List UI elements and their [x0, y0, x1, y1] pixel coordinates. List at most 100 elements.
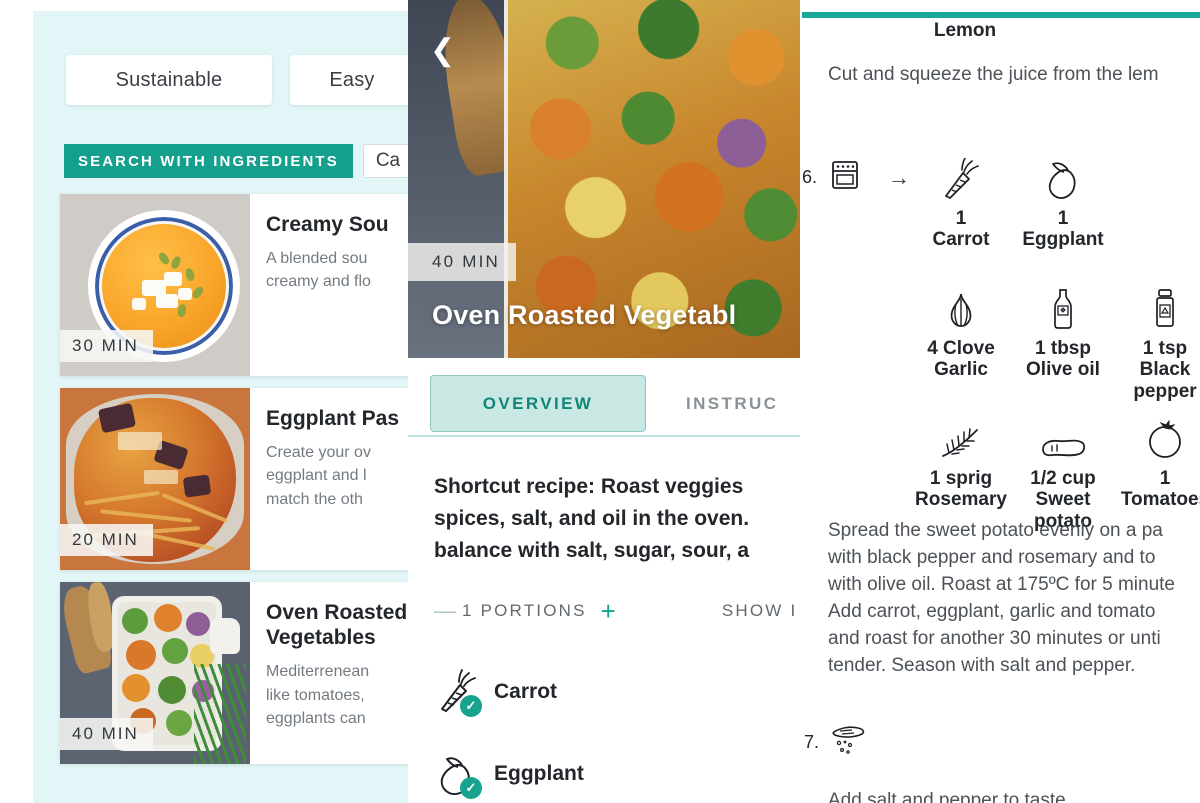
ingredient-name: Garlic: [934, 359, 988, 381]
ingredient-amount: 1: [1159, 468, 1171, 489]
increase-portions-button[interactable]: +: [601, 598, 616, 624]
filter-chip-easy[interactable]: Easy: [290, 55, 408, 105]
recipe-title: Oven Roasted Vegetables: [266, 601, 408, 650]
portions-count-label: 1 PORTIONS: [462, 600, 587, 620]
search-with-ingredients-button[interactable]: SEARCH WITH INGREDIENTS: [64, 144, 353, 178]
ingredient-amount: 1: [955, 208, 967, 229]
recipe-card[interactable]: 30 MIN Creamy Sou A blended sou creamy a…: [60, 194, 408, 376]
instructions-document-panel: Lemon Cut and squeeze the juice from the…: [800, 0, 1200, 803]
ingredient-checked-badge: ✓: [460, 776, 482, 799]
recipe-title: Creamy Sou: [266, 213, 389, 236]
recipe-desc-line: eggplants can: [266, 709, 366, 727]
recipe-description-line: spices, salt, and oil in the oven.: [434, 506, 750, 530]
tomato-icon: [1114, 416, 1200, 460]
recipe-description-line: balance with salt, sugar, sour, a: [434, 538, 750, 562]
decrease-portions-button[interactable]: —: [434, 598, 456, 624]
recipe-desc-line: match the oth: [266, 490, 363, 508]
tab-label: OVERVIEW: [482, 393, 594, 413]
recipe-card[interactable]: 40 MIN Oven Roasted Vegetables Mediterre…: [60, 582, 408, 764]
recipe-time-badge: 40 MIN: [60, 718, 153, 750]
step-number: 7.: [804, 732, 820, 752]
grid-ingredient: 1 Eggplant: [1012, 150, 1114, 280]
instruction-line: Spread the sweet potato evenly on a pa: [828, 520, 1163, 541]
ingredient-amount: 1 tsp: [1142, 338, 1188, 359]
recipe-thumbnail: 30 MIN: [60, 194, 250, 376]
instruction-line: and roast for another 30 minutes or unti: [828, 627, 1161, 649]
step-instruction-text: Spread the sweet potato evenly on a pa w…: [828, 518, 1200, 680]
ingredient-row[interactable]: ✓ Carrot: [434, 651, 800, 733]
recipe-thumbnail: 40 MIN: [60, 582, 250, 764]
sweet-potato-icon: [1012, 416, 1114, 460]
recipe-detail-panel: ❮ 40 MIN Oven Roasted Vegetabl OVERVIEW …: [408, 0, 800, 803]
lemon-instruction-text: Cut and squeeze the juice from the lem: [828, 64, 1159, 85]
recipe-hero: ❮ 40 MIN Oven Roasted Vegetabl: [408, 0, 800, 358]
recipe-list-background: Sustainable Easy SEARCH WITH INGREDIENTS…: [33, 11, 408, 803]
recipe-list-panel: Sustainable Easy SEARCH WITH INGREDIENTS…: [0, 0, 408, 803]
lemon-ingredient-heading: Lemon: [933, 20, 997, 41]
instruction-step-row: 7.: [802, 722, 872, 763]
recipe-description: Create your ov eggplant and l match the …: [266, 441, 399, 511]
step7-instruction-text: Add salt and pepper to taste.: [828, 790, 1071, 803]
tab-instructions[interactable]: INSTRUC: [686, 375, 778, 432]
recipe-card[interactable]: 20 MIN Eggplant Pas Create your ov eggpl…: [60, 388, 408, 570]
carrot-icon: ✓: [434, 668, 482, 717]
recipe-description-block: Shortcut recipe: Roast veggies spices, s…: [434, 471, 800, 567]
detail-tab-bar: OVERVIEW INSTRUC: [408, 375, 800, 437]
ingredient-name: Tomatoes: [1120, 489, 1200, 511]
pepper-shaker-icon: [1114, 286, 1200, 330]
ingredient-checklist: ✓ Carrot ✓ Eggplant: [434, 651, 800, 803]
recipe-desc-line: creamy and flo: [266, 273, 371, 291]
recipe-card-body: Eggplant Pas Create your ov eggplant and…: [250, 388, 399, 570]
ingredient-name: Rosemary: [915, 489, 1007, 511]
step-number: 6.: [802, 167, 818, 187]
tab-label: INSTRUC: [686, 393, 779, 413]
ingredient-name: Eggplant: [1022, 229, 1104, 251]
grid-ingredient: [1114, 150, 1200, 280]
recipe-title: Eggplant Pas: [266, 407, 400, 430]
garlic-icon: [910, 286, 1012, 330]
recipe-desc-line: eggplant and l: [266, 467, 367, 485]
filter-chip-sustainable[interactable]: Sustainable: [66, 55, 272, 105]
accent-divider-bar: [802, 12, 1200, 18]
recipe-description: Mediterrenean like tomatoes, eggplants c…: [266, 660, 408, 730]
salt-sprinkle-icon: [830, 722, 872, 763]
ingredient-amount: 1 tbsp: [1035, 338, 1091, 359]
ingredient-name: Olive oil: [1026, 359, 1100, 381]
recipe-desc-line: A blended sou: [266, 250, 368, 268]
grid-ingredient: 1 Carrot: [910, 150, 1012, 280]
instruction-step-row: 6. →: [800, 158, 910, 197]
recipe-desc-line: like tomatoes,: [266, 686, 365, 704]
eggplant-icon: ✓: [434, 751, 482, 799]
instruction-line: tender. Season with salt and pepper.: [828, 654, 1136, 676]
show-ingredients-toggle[interactable]: SHOW I: [722, 601, 798, 621]
recipe-desc-line: Mediterrenean: [266, 663, 370, 681]
oil-bottle-icon: [1012, 286, 1114, 330]
recipe-desc-line: Create your ov: [266, 444, 371, 462]
search-button-label: SEARCH WITH INGREDIENTS: [78, 152, 339, 170]
instruction-line: with olive oil. Roast at 175ºC for 5 min…: [828, 573, 1175, 595]
screenshot-root: Sustainable Easy SEARCH WITH INGREDIENTS…: [0, 0, 1200, 803]
ingredient-row[interactable]: ✓ Eggplant: [434, 733, 800, 803]
recipe-time-badge: 20 MIN: [60, 524, 153, 556]
recipe-card-body: Oven Roasted Vegetables Mediterrenean li…: [250, 582, 408, 764]
step-ingredient-grid: 1 Carrot 1 Eggplant 4 Clove Garlic 1 tbs…: [910, 150, 1200, 540]
arrow-right-icon: →: [888, 164, 910, 190]
category-search-input[interactable]: Ca: [362, 144, 408, 178]
tab-overview[interactable]: OVERVIEW: [430, 375, 646, 432]
recipe-card-list: 30 MIN Creamy Sou A blended sou creamy a…: [60, 194, 408, 776]
instruction-line: Add carrot, eggplant, garlic and tomato: [828, 600, 1156, 622]
hero-time-badge: 40 MIN: [408, 243, 516, 281]
search-row: SEARCH WITH INGREDIENTS Ca: [64, 144, 408, 178]
filter-chip-label: Sustainable: [115, 68, 223, 91]
filter-chip-label: Easy: [329, 68, 375, 91]
grid-ingredient: 1 tbsp Olive oil: [1012, 280, 1114, 410]
ingredient-name: Carrot: [494, 679, 558, 703]
ingredient-checked-badge: ✓: [460, 694, 482, 717]
oven-icon: [828, 158, 862, 197]
ingredient-amount: 4 Clove: [927, 338, 995, 359]
ingredient-name: Eggplant: [494, 761, 584, 785]
instruction-line: with black pepper and rosemary and to: [828, 546, 1156, 568]
filter-chip-row: Sustainable Easy: [66, 55, 408, 105]
ingredient-amount: 1: [1057, 208, 1069, 229]
back-chevron-icon[interactable]: ❮: [430, 36, 456, 66]
